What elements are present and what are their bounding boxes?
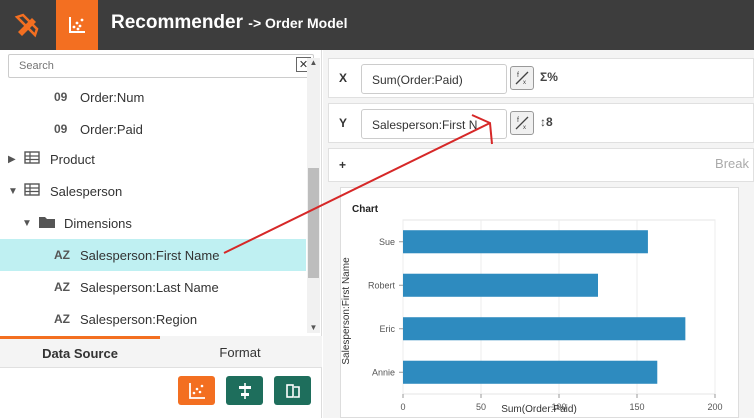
bar <box>403 360 658 384</box>
x-tick-label: 150 <box>629 402 644 412</box>
caret-down-icon[interactable]: ▼ <box>8 186 24 197</box>
scroll-thumb[interactable] <box>308 168 319 278</box>
caret-down-icon[interactable]: ▼ <box>22 218 38 229</box>
y-tick-label: Annie <box>372 367 395 377</box>
y-tick-label: Sue <box>379 237 395 247</box>
chart-editor-panel: X Sum(Order:Paid) fx Σ% Y Salesperson:Fi… <box>323 50 754 418</box>
x-tick-label: 200 <box>707 402 722 412</box>
svg-text:x: x <box>523 125 526 131</box>
svg-text:f: f <box>517 72 519 79</box>
x-axis-row: X Sum(Order:Paid) fx Σ% <box>328 58 754 98</box>
tree-item-label: Order:Paid <box>80 121 143 137</box>
scroll-down-icon[interactable]: ▼ <box>307 323 320 333</box>
field-type-badge: 09 <box>54 90 68 104</box>
scroll-up-icon[interactable]: ▲ <box>307 58 320 68</box>
formula-icon[interactable]: fx <box>510 111 534 135</box>
tab-format[interactable]: Format <box>160 336 320 368</box>
tree-item-label: Salesperson <box>50 183 123 199</box>
app-logo-icon[interactable] <box>0 0 54 50</box>
y-tick-label: Robert <box>368 280 396 290</box>
tree-item[interactable]: 09 Order:Paid <box>0 113 306 145</box>
tree-item-label: Product <box>50 151 95 167</box>
svg-text:x: x <box>523 80 526 86</box>
tree-scrollbar[interactable]: ▲ ▼ <box>307 58 320 333</box>
aggregate-icon[interactable]: Σ% <box>540 70 558 84</box>
tree-item[interactable]: AZ Salesperson:First Name <box>0 239 306 271</box>
y-axis-row: Y Salesperson:First N fx ↕8 <box>328 103 754 143</box>
chart-preview: Chart 0 50 100 150 200 Sue Robert Eric Annie Sum(… <box>340 187 739 418</box>
folder-icon <box>38 215 64 232</box>
tree-item-label: Salesperson:Last Name <box>80 279 219 295</box>
swap-icon <box>285 383 300 398</box>
x-field-pill[interactable]: Sum(Order:Paid) <box>361 64 507 94</box>
bar <box>403 317 686 341</box>
tree-item-label: Dimensions <box>64 215 132 231</box>
bar-chart: 0 50 100 150 200SueRobertEricAnnieSum(Order:… <box>341 219 723 415</box>
search-input[interactable] <box>8 54 314 78</box>
caret-right-icon[interactable]: ▶ <box>8 154 24 165</box>
add-break-icon[interactable]: + <box>339 158 346 172</box>
x-axis-title: Sum(Order:Paid) <box>501 404 577 415</box>
tree-item-label: Salesperson:First Name <box>80 247 220 263</box>
swap-button[interactable] <box>274 376 311 405</box>
table-icon <box>24 183 50 199</box>
formula-icon[interactable]: fx <box>510 66 534 90</box>
field-type-badge: AZ <box>54 280 70 294</box>
field-type-badge: AZ <box>54 312 70 326</box>
panel-tabs: Data Source Format <box>0 336 322 368</box>
bar <box>403 230 648 254</box>
tree-item[interactable]: 09 Order:Num <box>0 81 306 113</box>
y-tick-label: Eric <box>380 324 396 334</box>
svg-text:f: f <box>517 117 519 124</box>
chart-type-button[interactable] <box>178 376 215 405</box>
field-type-badge: AZ <box>54 248 70 262</box>
sort-icon[interactable]: ↕8 <box>540 115 553 129</box>
tree-item-label: Order:Num <box>80 89 145 105</box>
title-subtitle: -> Order Model <box>248 15 348 31</box>
tree-item[interactable]: AZ Salesperson:Last Name <box>0 271 306 303</box>
x-tick-label: 0 <box>400 402 405 412</box>
y-axis-title: Salesperson:First Name <box>341 257 352 365</box>
tree-item-label: Salesperson:Region <box>80 311 198 327</box>
field-type-badge: 09 <box>54 122 68 136</box>
title-main: Recommender <box>111 12 243 33</box>
y-axis-label: Y <box>339 116 348 130</box>
align-button[interactable] <box>226 376 263 405</box>
chart-icon <box>188 382 205 399</box>
tree-item[interactable]: ▼ Salesperson <box>0 175 306 207</box>
tree-item[interactable]: AZ Salesperson:Region <box>0 303 306 335</box>
x-tick-label: 50 <box>476 402 486 412</box>
tree-item[interactable]: ▼ Dimensions <box>0 207 306 239</box>
page-title: Recommender -> Order Model <box>111 12 347 34</box>
x-axis-label: X <box>339 71 348 85</box>
tab-data-source[interactable]: Data Source <box>0 336 160 368</box>
top-bar: Recommender -> Order Model <box>0 0 754 50</box>
chart-module-icon[interactable] <box>56 0 98 50</box>
bar <box>403 273 598 297</box>
y-field-pill[interactable]: Salesperson:First N <box>361 109 507 139</box>
break-placeholder: Break <box>715 156 749 171</box>
table-icon <box>24 151 50 167</box>
break-row: + Break <box>328 148 754 182</box>
align-icon <box>238 382 251 399</box>
tree-item[interactable]: ▶ Product <box>0 143 306 175</box>
